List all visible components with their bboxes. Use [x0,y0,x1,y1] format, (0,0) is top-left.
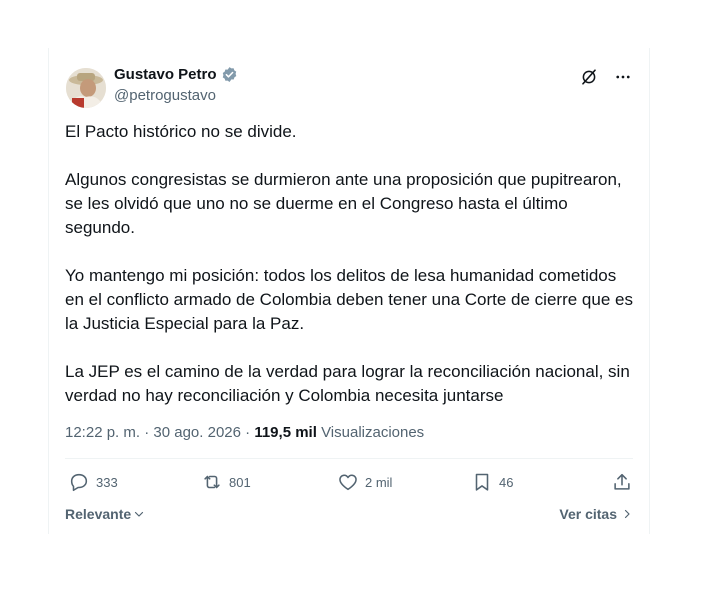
tweet-paragraph: El Pacto histórico no se divide. [65,122,297,141]
author-name-row: Gustavo Petro [114,66,238,83]
views-count: 119,5 mil [254,424,317,441]
meta-separator: · [144,424,150,441]
tweet-time[interactable]: 12:22 p. m. [65,424,140,441]
reply-count: 333 [96,474,118,490]
bookmark-button[interactable]: 46 [471,471,513,493]
sort-label: Relevante [65,506,132,522]
chevron-right-icon [624,509,630,519]
grok-icon[interactable] [579,67,599,87]
views-label: Visualizaciones [321,424,425,441]
reply-icon [70,473,88,492]
divider [65,458,633,459]
share-button[interactable] [611,471,633,493]
sort-replies-dropdown[interactable]: Relevante [65,506,145,522]
avatar[interactable] [66,68,106,108]
top-actions [579,67,633,87]
repost-button[interactable]: 801 [201,471,251,493]
tweet-card: Gustavo Petro @petrogustavo El Pacto his… [48,48,650,534]
bookmark-icon [475,473,489,491]
like-count: 2 mil [365,474,393,490]
tweet-meta: 12:22 p. m. · 30 ago. 2026 · 119,5 mil V… [65,424,424,441]
tweet-text: El Pacto histórico no se divide. Algunos… [65,120,635,408]
verified-badge-icon [221,66,238,83]
tweet-paragraph: Yo mantengo mi posición: todos los delit… [65,266,633,333]
repost-count: 801 [229,474,251,490]
chevron-down-icon [135,511,144,517]
author-handle[interactable]: @petrogustavo [114,87,216,104]
heart-icon [339,474,357,491]
view-quotes-label: Ver citas [559,506,617,522]
bookmark-count: 46 [499,474,514,490]
reply-button[interactable]: 333 [68,471,118,493]
repost-icon [204,475,220,489]
action-bar: 333 801 2 mil 46 [65,471,633,495]
more-options-icon[interactable] [613,67,633,87]
tweet-date[interactable]: 30 ago. 2026 [153,424,241,441]
like-button[interactable]: 2 mil [337,471,392,493]
view-quotes-link[interactable]: Ver citas [559,506,633,522]
tweet-paragraph: Algunos congresistas se durmieron ante u… [65,170,622,237]
share-icon [614,473,630,490]
author-name[interactable]: Gustavo Petro [114,66,217,83]
tweet-paragraph: La JEP es el camino de la verdad para lo… [65,362,630,405]
meta-separator: · [245,424,251,441]
